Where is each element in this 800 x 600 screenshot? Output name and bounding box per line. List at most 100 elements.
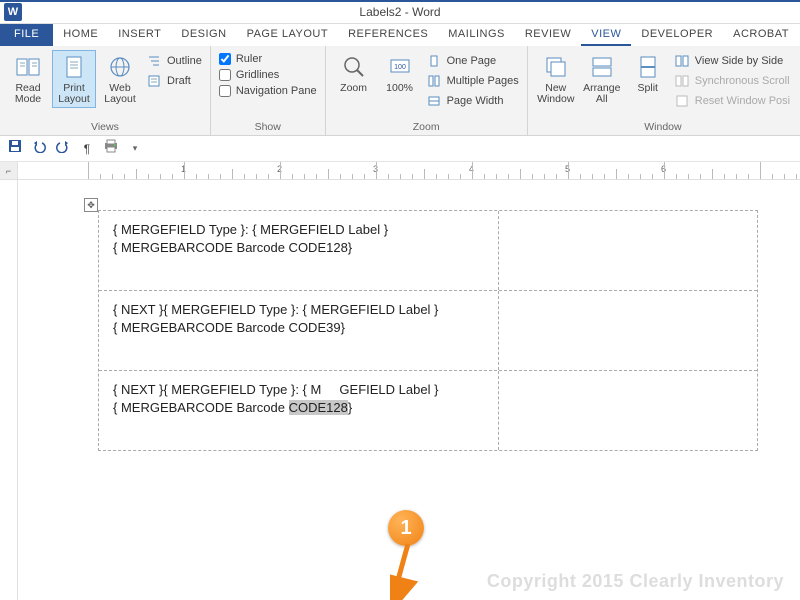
ruler-corner: ⌐ [0,162,18,179]
print-layout-button[interactable]: Print Layout [52,50,96,108]
one-page-button[interactable]: One Page [424,52,521,70]
zoom-icon [340,53,368,81]
arrange-all-button[interactable]: Arrange All [580,50,624,108]
tab-developer[interactable]: DEVELOPER [631,24,723,46]
svg-text:100: 100 [394,64,406,71]
ruler-row: ⌐ 123456 [0,162,800,180]
outline-label: Outline [167,55,202,67]
tab-page-layout[interactable]: PAGE LAYOUT [237,24,339,46]
field-line: { NEXT }{ MERGEFIELD Type }: { MERGEFIEL… [113,381,484,399]
outline-button[interactable]: Outline [144,52,204,70]
split-icon [634,53,662,81]
table-row: { NEXT }{ MERGEFIELD Type }: { MERGEFIEL… [99,291,757,371]
tab-references[interactable]: REFERENCES [338,24,438,46]
read-mode-icon [14,53,42,81]
window-title: Labels2 - Word [359,5,440,19]
sync-scroll-button[interactable]: Synchronous Scroll [672,72,792,90]
redo-button[interactable] [54,140,72,158]
selected-text[interactable]: CODE128 [289,400,348,415]
ribbon: Read Mode Print Layout Web Layout Outlin… [0,46,800,136]
label-cell[interactable]: { NEXT }{ MERGEFIELD Type }: { MERGEFIEL… [99,291,499,370]
labels-table: { MERGEFIELD Type }: { MERGEFIELD Label … [98,210,758,451]
split-button[interactable]: Split [626,50,670,97]
qat-customize-button[interactable]: ▾ [126,140,144,158]
horizontal-ruler[interactable]: 123456 [18,162,800,179]
group-window: New Window Arrange All Split View Side b… [528,46,798,135]
web-layout-button[interactable]: Web Layout [98,50,142,108]
ruler-checkbox[interactable]: Ruler [217,52,319,66]
callout-annotation: 1 [378,510,438,600]
tab-design[interactable]: DESIGN [171,24,236,46]
qat-pilcrow-button[interactable]: ¶ [78,140,96,158]
page-width-label: Page Width [447,95,504,107]
draft-button[interactable]: Draft [144,72,204,90]
field-line: { MERGEBARCODE Barcode CODE128} [113,399,484,417]
tab-review[interactable]: REVIEW [515,24,581,46]
draft-label: Draft [167,75,191,87]
navigation-checkbox-input[interactable] [219,85,231,97]
sync-scroll-icon [674,73,690,89]
ruler-label: Ruler [236,53,262,65]
vertical-ruler[interactable] [0,180,18,600]
side-by-side-button[interactable]: View Side by Side [672,52,792,70]
qat-quick-print-button[interactable] [102,140,120,158]
navigation-label: Navigation Pane [236,85,317,97]
tab-file[interactable]: FILE [0,24,53,46]
navigation-checkbox[interactable]: Navigation Pane [217,84,319,98]
chevron-down-icon: ▾ [133,143,138,154]
label-cell[interactable]: { NEXT }{ MERGEFIELD Type }: { MERGEFIEL… [99,371,499,450]
read-mode-label: Read Mode [9,83,47,105]
side-by-side-label: View Side by Side [695,55,783,67]
one-page-label: One Page [447,55,497,67]
gridlines-checkbox[interactable]: Gridlines [217,68,319,82]
reset-window-button[interactable]: Reset Window Posi [672,92,792,110]
web-layout-icon [106,53,134,81]
field-line: { MERGEBARCODE Barcode CODE39} [113,319,484,337]
group-zoom: Zoom 100 100% One Page Multiple Pages Pa… [326,46,528,135]
table-move-handle[interactable]: ✥ [84,198,98,212]
print-layout-icon [60,53,88,81]
ribbon-tabs: FILE HOME INSERT DESIGN PAGE LAYOUT REFE… [0,24,800,46]
label-cell[interactable]: { MERGEFIELD Type }: { MERGEFIELD Label … [99,211,499,290]
page: { MERGEFIELD Type }: { MERGEFIELD Label … [98,210,758,451]
undo-button[interactable] [30,140,48,158]
field-line: { MERGEBARCODE Barcode CODE128} [113,239,484,257]
window-topstrip [0,0,800,2]
arrange-all-icon [588,53,616,81]
document-canvas[interactable]: ✥ { MERGEFIELD Type }: { MERGEFIELD Labe… [18,180,800,600]
multiple-pages-icon [426,73,442,89]
save-button[interactable] [6,140,24,158]
zoom-label: Zoom [340,83,367,94]
new-window-label: New Window [537,83,575,105]
sync-scroll-label: Synchronous Scroll [695,75,790,87]
label-cell-side[interactable] [499,291,739,370]
field-line: { MERGEFIELD Type }: { MERGEFIELD Label … [113,221,484,239]
word-app-icon: W [4,3,22,21]
ruler-checkbox-input[interactable] [219,53,231,65]
callout-arrow-icon [390,542,418,600]
redo-icon [56,139,70,158]
new-window-button[interactable]: New Window [534,50,578,108]
quick-print-icon [103,139,119,158]
field-line: { NEXT }{ MERGEFIELD Type }: { MERGEFIEL… [113,301,484,319]
tab-insert[interactable]: INSERT [108,24,171,46]
group-show-label: Show [217,121,319,133]
page-width-button[interactable]: Page Width [424,92,521,110]
tab-acrobat[interactable]: ACROBAT [723,24,799,46]
multiple-pages-button[interactable]: Multiple Pages [424,72,521,90]
label-cell-side[interactable] [499,371,739,450]
group-views-label: Views [6,121,204,133]
titlebar: W Labels2 - Word [0,0,800,24]
zoom-100-button[interactable]: 100 100% [378,50,422,97]
tab-home[interactable]: HOME [53,24,108,46]
read-mode-button[interactable]: Read Mode [6,50,50,108]
outline-icon [146,53,162,69]
gridlines-checkbox-input[interactable] [219,69,231,81]
zoom-button[interactable]: Zoom [332,50,376,97]
one-page-icon [426,53,442,69]
label-cell-side[interactable] [499,211,739,290]
tab-view[interactable]: VIEW [581,24,631,46]
new-window-icon [542,53,570,81]
group-window-label: Window [534,121,792,133]
tab-mailings[interactable]: MAILINGS [438,24,515,46]
